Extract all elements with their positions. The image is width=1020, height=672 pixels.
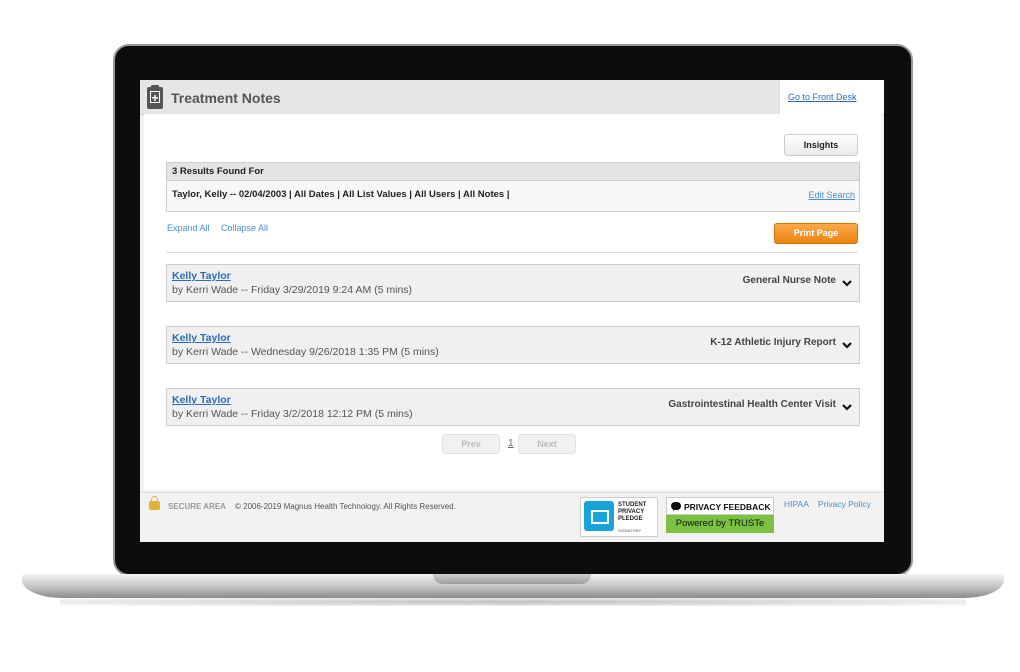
results-summary: 3 Results Found For Taylor, Kelly -- 02/… xyxy=(166,162,860,212)
note-patient-link[interactable]: Kelly Taylor xyxy=(172,332,231,344)
pagination: Prev 1 Next xyxy=(442,434,582,454)
note-row[interactable]: Kelly Taylor by Kerri Wade -- Friday 3/2… xyxy=(166,264,860,302)
next-page-button[interactable]: Next xyxy=(518,434,576,454)
note-type: Gastrointestinal Health Center Visit xyxy=(668,399,836,410)
hipaa-link[interactable]: HIPAA xyxy=(784,499,809,509)
note-type: K-12 Athletic Injury Report xyxy=(710,337,836,348)
note-meta: by Kerri Wade -- Wednesday 9/26/2018 1:3… xyxy=(172,346,439,358)
secure-area-label: SECURE AREA xyxy=(168,502,226,511)
front-desk-panel: Go to Front Desk xyxy=(779,80,884,114)
chevron-down-icon[interactable] xyxy=(841,401,853,413)
current-page-number[interactable]: 1 xyxy=(508,438,514,449)
chevron-down-icon[interactable] xyxy=(841,277,853,289)
lock-icon xyxy=(149,496,160,510)
note-patient-link[interactable]: Kelly Taylor xyxy=(172,394,231,406)
go-to-front-desk-link[interactable]: Go to Front Desk xyxy=(788,92,857,102)
clipboard-medical-icon xyxy=(147,85,163,109)
speech-bubble-icon xyxy=(671,502,681,511)
page-footer: SECURE AREA © 2006-2019 Magnus Health Te… xyxy=(140,492,884,542)
divider xyxy=(166,252,858,253)
copyright-text: © 2006-2019 Magnus Health Technology. Al… xyxy=(235,502,456,511)
insights-button[interactable]: Insights xyxy=(784,134,858,156)
pledge-text: STUDENT PRIVACY PLEDGE xyxy=(618,502,647,522)
chevron-down-icon[interactable] xyxy=(841,339,853,351)
truste-badge[interactable]: PRIVACY FEEDBACK Powered by TRUSTe xyxy=(666,497,774,533)
pledge-signatory: SIGNATORY xyxy=(618,528,642,533)
powered-by-truste-label: Powered by TRUSTe xyxy=(666,515,774,533)
results-title: 3 Results Found For xyxy=(167,163,859,181)
prev-page-button[interactable]: Prev xyxy=(442,434,500,454)
print-page-button[interactable]: Print Page xyxy=(774,223,858,244)
note-row[interactable]: Kelly Taylor by Kerri Wade -- Wednesday … xyxy=(166,326,860,364)
note-type: General Nurse Note xyxy=(742,275,836,286)
privacy-policy-link[interactable]: Privacy Policy xyxy=(818,499,871,509)
note-patient-link[interactable]: Kelly Taylor xyxy=(172,270,231,282)
page-title: Treatment Notes xyxy=(171,90,281,106)
collapse-all-link[interactable]: Collapse All xyxy=(221,223,268,233)
results-criteria: Taylor, Kelly -- 02/04/2003 | All Dates … xyxy=(172,189,510,200)
expand-all-link[interactable]: Expand All xyxy=(167,223,210,233)
page-header: Treatment Notes Go to Front Desk xyxy=(140,80,884,115)
main-content: Insights 3 Results Found For Taylor, Kel… xyxy=(144,114,882,490)
privacy-feedback-banner: PRIVACY FEEDBACK xyxy=(666,497,774,515)
laptop-shadow xyxy=(60,598,966,606)
privacy-feedback-label: PRIVACY FEEDBACK xyxy=(684,502,771,512)
note-meta: by Kerri Wade -- Friday 3/29/2019 9:24 A… xyxy=(172,284,413,296)
note-meta: by Kerri Wade -- Friday 3/2/2018 12:12 P… xyxy=(172,408,413,420)
student-privacy-pledge-badge[interactable]: STUDENT PRIVACY PLEDGE SIGNATORY xyxy=(580,497,658,537)
app-screen: Treatment Notes Go to Front Desk Insight… xyxy=(140,80,884,542)
edit-search-link[interactable]: Edit Search xyxy=(808,190,855,200)
note-row[interactable]: Kelly Taylor by Kerri Wade -- Friday 3/2… xyxy=(166,388,860,426)
laptop-pledge-icon xyxy=(584,501,614,531)
laptop-notch xyxy=(433,574,591,584)
